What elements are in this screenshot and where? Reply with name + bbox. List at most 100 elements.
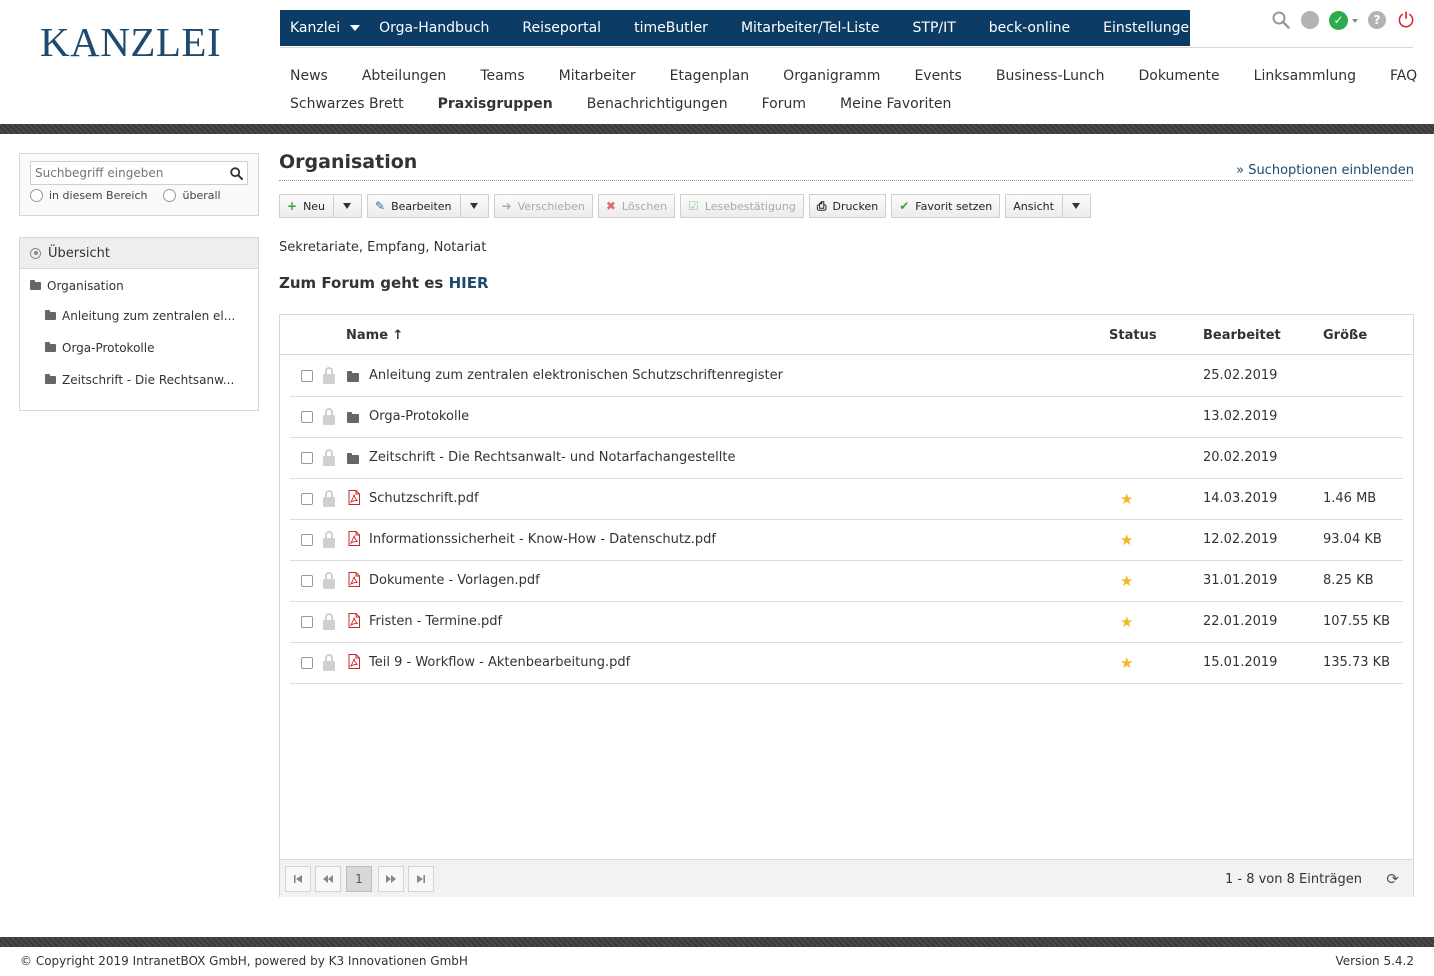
table-row[interactable]: Teil 9 - Workflow - Aktenbearbeitung.pdf… xyxy=(290,643,1403,684)
search-icon[interactable] xyxy=(1271,10,1291,30)
row-checkbox[interactable] xyxy=(301,657,313,669)
row-name[interactable]: Dokumente - Vorlagen.pdf xyxy=(369,573,540,588)
search-options-link[interactable]: » Suchoptionen einblenden xyxy=(1236,163,1414,178)
forum-link[interactable]: HIER xyxy=(449,274,489,292)
refresh-icon[interactable]: ⟳ xyxy=(1386,870,1399,888)
top-nav-item-einstellungen[interactable]: Einstellungen xyxy=(1103,20,1219,36)
table-row[interactable]: Fristen - Termine.pdf ★ 22.01.2019 107.55 K… xyxy=(290,602,1403,643)
sub-nav-item-events[interactable]: Events xyxy=(914,68,961,84)
lock-icon xyxy=(323,408,335,425)
row-checkbox[interactable] xyxy=(301,575,313,587)
scope-here-radio[interactable] xyxy=(30,189,43,202)
new-button[interactable]: + Neu xyxy=(279,194,363,218)
help-icon[interactable]: ? xyxy=(1368,11,1386,29)
chevron-down-icon[interactable] xyxy=(1071,203,1080,209)
sub-nav-item-faq[interactable]: FAQ xyxy=(1390,68,1417,84)
top-nav-item-reiseportal[interactable]: Reiseportal xyxy=(522,20,601,36)
current-page[interactable]: 1 xyxy=(346,866,372,892)
printer-icon: ⎙ xyxy=(816,198,827,213)
chevron-down-icon[interactable] xyxy=(1352,19,1358,23)
sub-nav-item-teams[interactable]: Teams xyxy=(480,68,524,84)
row-name[interactable]: Zeitschrift - Die Rechtsanwalt- und Nota… xyxy=(369,450,735,465)
row-name[interactable]: Informationssicherheit - Know-How - Date… xyxy=(369,532,716,547)
row-size: 8.25 KB xyxy=(1323,573,1374,588)
last-page-button[interactable] xyxy=(408,866,434,892)
sub-nav-item-forum[interactable]: Forum xyxy=(762,96,806,112)
move-button[interactable]: ➔ Verschieben xyxy=(493,194,593,218)
top-nav-item-timebutler[interactable]: timeButler xyxy=(634,20,708,36)
search-icon[interactable] xyxy=(225,162,247,184)
pdf-icon xyxy=(348,531,360,550)
star-icon: ★ xyxy=(1120,572,1134,590)
top-nav-item-kanzlei[interactable]: Kanzlei xyxy=(290,20,361,36)
previous-page-button[interactable] xyxy=(315,866,341,892)
header-icons: ✓ ? ⏻ xyxy=(1271,8,1416,32)
pdf-icon xyxy=(348,572,360,591)
column-name[interactable]: Name ↑ xyxy=(346,328,403,343)
row-checkbox[interactable] xyxy=(301,370,313,382)
table-row[interactable]: Informationssicherheit - Know-How - Date… xyxy=(290,520,1403,561)
sub-nav-item-news[interactable]: News xyxy=(290,68,328,84)
row-name[interactable]: Teil 9 - Workflow - Aktenbearbeitung.pdf xyxy=(369,655,630,670)
row-name[interactable]: Fristen - Termine.pdf xyxy=(369,614,502,629)
row-name[interactable]: Orga-Protokolle xyxy=(369,409,469,424)
sub-nav-item-business-lunch[interactable]: Business-Lunch xyxy=(996,68,1105,84)
tree-item-zeitschrift[interactable]: Zeitschrift - Die Rechtsanw... xyxy=(45,373,234,387)
top-nav-item-stp-it[interactable]: STP/IT xyxy=(913,20,956,36)
column-status[interactable]: Status xyxy=(1109,328,1157,343)
table-row[interactable]: Zeitschrift - Die Rechtsanwalt- und Nota… xyxy=(290,438,1403,479)
print-button[interactable]: ⎙ Drucken xyxy=(808,194,887,218)
logo[interactable]: KANZLEI xyxy=(40,18,221,66)
lock-icon xyxy=(323,572,335,589)
folder-icon xyxy=(347,453,365,468)
column-edited[interactable]: Bearbeitet xyxy=(1203,328,1281,343)
table-row[interactable]: Orga-Protokolle 13.02.2019 xyxy=(290,397,1403,438)
tree-overview[interactable]: Übersicht xyxy=(20,238,258,269)
sub-nav-item-mitarbeiter[interactable]: Mitarbeiter xyxy=(559,68,636,84)
power-icon[interactable]: ⏻ xyxy=(1396,8,1416,32)
first-page-button[interactable] xyxy=(285,866,311,892)
sub-nav-item-etagenplan[interactable]: Etagenplan xyxy=(670,68,750,84)
sub-nav-item-abteilungen[interactable]: Abteilungen xyxy=(362,68,446,84)
tree-item-organisation[interactable]: Organisation xyxy=(30,279,124,293)
row-checkbox[interactable] xyxy=(301,452,313,464)
sub-nav-item-praxisgruppen[interactable]: Praxisgruppen xyxy=(438,96,553,112)
row-name[interactable]: Schutzschrift.pdf xyxy=(369,491,479,506)
favorite-button[interactable]: ✔ Favorit setzen xyxy=(891,194,1001,218)
globe-icon[interactable] xyxy=(1301,11,1319,29)
tree-item-anleitung[interactable]: Anleitung zum zentralen el... xyxy=(45,309,235,323)
view-button[interactable]: Ansicht xyxy=(1005,194,1091,218)
column-size[interactable]: Größe xyxy=(1323,328,1367,343)
status-ok-icon[interactable]: ✓ xyxy=(1329,10,1348,30)
chevron-down-icon[interactable] xyxy=(343,203,352,209)
sub-nav-item-benachrichtigungen[interactable]: Benachrichtigungen xyxy=(587,96,728,112)
row-checkbox[interactable] xyxy=(301,534,313,546)
table-row[interactable]: Dokumente - Vorlagen.pdf ★ 31.01.2019 8.25 … xyxy=(290,561,1403,602)
read-confirmation-button[interactable]: ☑ Lesebestätigung xyxy=(680,194,804,218)
sub-nav-item-dokumente[interactable]: Dokumente xyxy=(1139,68,1220,84)
sub-nav-item-schwarzes-brett[interactable]: Schwarzes Brett xyxy=(290,96,404,112)
top-nav-item-beck-online[interactable]: beck-online xyxy=(989,20,1070,36)
edit-button[interactable]: ✎ Bearbeiten xyxy=(367,194,489,218)
row-size: 93.04 KB xyxy=(1323,532,1382,547)
table-row[interactable]: Schutzschrift.pdf ★ 14.03.2019 1.46 MB xyxy=(290,479,1403,520)
tree-item-orga-protokolle[interactable]: Orga-Protokolle xyxy=(45,341,154,355)
next-page-button[interactable] xyxy=(378,866,404,892)
sub-nav-item-meine-favoriten[interactable]: Meine Favoriten xyxy=(840,96,951,112)
search-input[interactable] xyxy=(31,162,225,184)
delete-button[interactable]: ✖ Löschen xyxy=(597,194,676,218)
chevron-down-icon[interactable] xyxy=(469,203,478,209)
lock-icon xyxy=(323,613,335,630)
check-icon: ✔ xyxy=(899,199,910,213)
top-nav-item-mitarbeiter-tel-liste[interactable]: Mitarbeiter/Tel-Liste xyxy=(741,20,880,36)
row-checkbox[interactable] xyxy=(301,493,313,505)
sub-nav-item-linksammlung[interactable]: Linksammlung xyxy=(1254,68,1356,84)
row-name[interactable]: Anleitung zum zentralen elektronischen S… xyxy=(369,368,783,383)
top-nav-item-orga-handbuch[interactable]: Orga-Handbuch xyxy=(379,20,489,36)
search-panel: in diesem Bereich überall xyxy=(19,153,259,216)
row-checkbox[interactable] xyxy=(301,616,313,628)
row-checkbox[interactable] xyxy=(301,411,313,423)
scope-all-radio[interactable] xyxy=(163,189,177,202)
table-row[interactable]: Anleitung zum zentralen elektronischen S… xyxy=(290,356,1403,397)
sub-nav-item-organigramm[interactable]: Organigramm xyxy=(783,68,880,84)
